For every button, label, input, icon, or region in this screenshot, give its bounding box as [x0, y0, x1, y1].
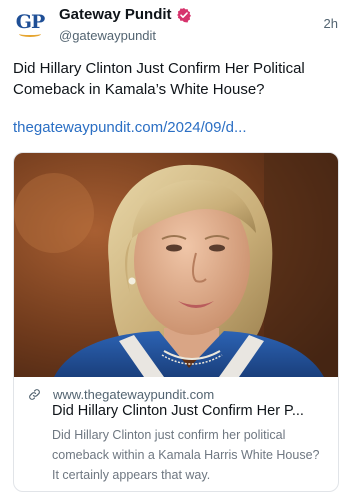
author-name[interactable]: Gateway Pundit	[59, 6, 172, 23]
link-icon	[29, 389, 40, 400]
link-preview-card[interactable]: www.thegatewaypundit.com Did Hillary Cli…	[13, 152, 339, 492]
card-domain-row: www.thegatewaypundit.com	[28, 387, 214, 402]
author-block: Gateway Pundit @gatewaypundit	[59, 6, 192, 43]
card-image[interactable]	[14, 153, 338, 377]
verified-badge-icon	[176, 7, 191, 22]
post-timestamp[interactable]: 2h	[324, 16, 338, 31]
avatar-swoosh	[19, 31, 41, 37]
card-domain: www.thegatewaypundit.com	[53, 387, 215, 402]
card-description: Did Hillary Clinton just confirm her pol…	[52, 428, 320, 482]
social-post[interactable]: GP Gateway Pundit @gatewaypundit 2h Did …	[0, 0, 353, 500]
post-text: Did Hillary Clinton Just Confirm Her Pol…	[13, 60, 305, 98]
avatar-logo-text: GP	[15, 11, 45, 33]
card-title[interactable]: Did Hillary Clinton Just Confirm Her P..…	[52, 403, 334, 419]
author-name-row: Gateway Pundit	[59, 6, 192, 23]
author-handle[interactable]: @gatewaypundit	[59, 28, 192, 43]
avatar[interactable]: GP	[13, 8, 47, 42]
post-link[interactable]: thegatewaypundit.com/2024/09/d...	[13, 119, 247, 136]
